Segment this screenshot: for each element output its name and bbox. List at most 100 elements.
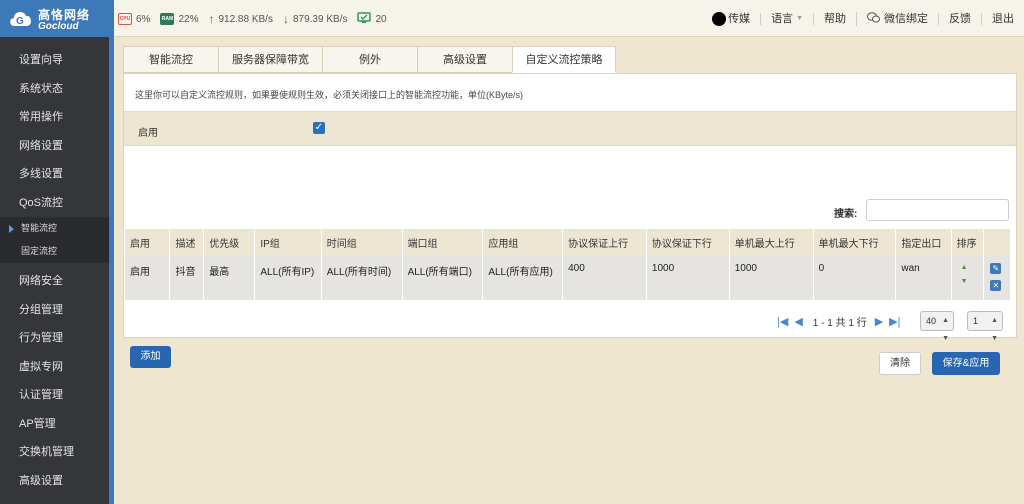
sidebar-subitem-fixed-qos[interactable]: 固定流控 — [0, 240, 114, 263]
cell-sort: ▲ ▼ — [951, 255, 985, 300]
col-header[interactable]: 协议保证上行 — [562, 229, 647, 255]
ram-stat: RAM 22% — [160, 13, 198, 25]
page-size-select[interactable]: 40 ▲ ▼ — [920, 311, 954, 342]
sidebar-item-network[interactable]: 网络设置 — [0, 132, 114, 161]
col-header[interactable]: IP组 — [254, 229, 322, 255]
enable-checkbox[interactable]: ✓ — [313, 122, 325, 134]
help-link[interactable]: 帮助 — [813, 13, 856, 25]
col-header[interactable]: 协议保证下行 — [646, 229, 730, 255]
move-up-icon[interactable]: ▲ — [961, 263, 984, 273]
tab-advanced[interactable]: 高级设置 — [417, 46, 512, 73]
col-header[interactable]: 时间组 — [321, 229, 403, 255]
upload-value: 912.88 KB/s — [218, 13, 273, 25]
page-number-value: 1 — [973, 316, 979, 326]
save-apply-button[interactable]: 保存&应用 — [932, 352, 1000, 375]
col-header[interactable]: 指定出口 — [895, 229, 952, 255]
col-header[interactable]: 应用组 — [482, 229, 564, 255]
col-header — [983, 229, 1011, 255]
select-arrows-icon: ▲ ▼ — [942, 317, 949, 342]
brand-name-en: Gocloud — [38, 21, 79, 32]
custom-policy-panel: 这里你可以自定义流控规则，如果要使规则生效，必须关闭接口上的智能流控功能，单位(… — [123, 73, 1017, 368]
sidebar-item-auth[interactable]: 认证管理 — [0, 381, 114, 410]
cell-max-up: 1000 — [729, 255, 814, 300]
sidebar: 设置向导 系统状态 常用操作 网络设置 多线设置 QoS流控 智能流控 固定流控… — [0, 37, 114, 504]
sidebar-item-system-status[interactable]: 系统状态 — [0, 75, 114, 104]
cloud-logo-icon: G — [10, 12, 32, 27]
col-header[interactable]: 描述 — [169, 229, 205, 255]
page-size-value: 40 — [926, 316, 937, 326]
last-page-icon[interactable]: ▶| — [889, 315, 900, 328]
enable-row: 启用 ✓ — [124, 111, 1016, 146]
sidebar-item-groups[interactable]: 分组管理 — [0, 296, 114, 325]
connections-stat: 20 — [357, 11, 387, 27]
first-page-icon[interactable]: |◀ — [777, 315, 788, 328]
description-text: 这里你可以自定义流控规则，如果要使规则生效，必须关闭接口上的智能流控功能，单位(… — [135, 90, 524, 100]
upload-arrow-icon: ↑ — [208, 12, 215, 26]
sidebar-item-setup-wizard[interactable]: 设置向导 — [0, 46, 114, 75]
sidebar-item-common-ops[interactable]: 常用操作 — [0, 103, 114, 132]
tab-custom-policy[interactable]: 自定义流控策略 — [512, 46, 616, 73]
move-down-icon[interactable]: ▼ — [961, 277, 984, 287]
logout-label: 退出 — [992, 13, 1014, 25]
cell-description: 抖音 — [169, 255, 205, 300]
tab-bar: 智能流控 服务器保障带宽 例外 高级设置 自定义流控策略 — [123, 46, 616, 73]
pagination: |◀ ◀ 1 - 1 共 1 行 ▶ ▶| — [777, 311, 907, 331]
connections-value: 20 — [375, 13, 387, 25]
col-header[interactable]: 优先级 — [203, 229, 256, 255]
col-header[interactable]: 单机最大上行 — [729, 229, 814, 255]
delete-icon[interactable]: ✕ — [990, 280, 1002, 291]
language-menu[interactable]: 语言 ▼ — [760, 13, 813, 25]
enable-label: 启用 — [138, 128, 158, 139]
sidebar-item-multiline[interactable]: 多线设置 — [0, 160, 114, 189]
tab-smart-qos[interactable]: 智能流控 — [123, 46, 218, 73]
top-bar: G 高恪网络 Gocloud CPU 6% RAM 22% ↑ 912.88 K… — [0, 0, 1024, 37]
col-header[interactable]: 单机最大下行 — [813, 229, 897, 255]
select-arrows-icon: ▲ ▼ — [991, 317, 998, 342]
wechat-icon — [867, 12, 880, 26]
table-row[interactable]: 启用 抖音 最高 ALL(所有IP) ALL(所有时间) ALL(所有端口) A… — [125, 255, 1011, 300]
clear-button[interactable]: 清除 — [879, 352, 921, 375]
next-page-icon[interactable]: ▶ — [875, 315, 883, 328]
col-header[interactable]: 启用 — [125, 229, 171, 255]
sidebar-item-ap[interactable]: AP管理 — [0, 410, 114, 439]
page-number-select[interactable]: 1 ▲ ▼ — [967, 311, 1003, 342]
sidebar-item-qos[interactable]: QoS流控 — [0, 189, 114, 218]
svg-text:G: G — [16, 16, 24, 27]
wechat-bind-link[interactable]: 微信绑定 — [856, 12, 938, 26]
tab-server-bandwidth[interactable]: 服务器保障带宽 — [218, 46, 322, 73]
ram-value: 22% — [178, 13, 199, 25]
cell-actions: ✎ ✕ — [983, 255, 1011, 300]
logo[interactable]: G 高恪网络 Gocloud — [0, 0, 114, 37]
cpu-value: 6% — [136, 13, 151, 25]
cell-guaranteed-down: 1000 — [646, 255, 730, 300]
col-header[interactable]: 端口组 — [402, 229, 484, 255]
logout-link[interactable]: 退出 — [981, 13, 1024, 25]
add-button[interactable]: 添加 — [130, 346, 171, 368]
cell-time-group: ALL(所有时间) — [321, 255, 403, 300]
tab-exceptions[interactable]: 例外 — [322, 46, 417, 73]
main-content: 智能流控 服务器保障带宽 例外 高级设置 自定义流控策略 这里你可以自定义流控规… — [114, 37, 1024, 504]
cell-max-down: 0 — [813, 255, 897, 300]
user-menu[interactable]: 传媒 — [702, 12, 760, 26]
top-nav: 传媒 语言 ▼ 帮助 微信绑定 反馈 退出 — [702, 10, 1024, 28]
sidebar-item-advanced[interactable]: 高级设置 — [0, 467, 114, 496]
sidebar-item-vpn[interactable]: 虚拟专网 — [0, 353, 114, 382]
cell-outlet: wan — [895, 255, 952, 300]
qos-submenu: 智能流控 固定流控 — [0, 217, 114, 263]
feedback-label: 反馈 — [949, 13, 971, 25]
cell-priority: 最高 — [203, 255, 256, 300]
edit-icon[interactable]: ✎ — [990, 263, 1002, 274]
sidebar-subitem-smart-qos[interactable]: 智能流控 — [0, 217, 114, 240]
download-arrow-icon: ↓ — [282, 12, 289, 26]
sidebar-item-security[interactable]: 网络安全 — [0, 267, 114, 296]
prev-page-icon[interactable]: ◀ — [794, 315, 802, 328]
language-label: 语言 — [771, 13, 794, 25]
col-header[interactable]: 排序 — [951, 229, 985, 255]
feedback-link[interactable]: 反馈 — [938, 13, 981, 25]
cell-guaranteed-up: 400 — [562, 255, 647, 300]
search-input[interactable] — [866, 199, 1009, 221]
sidebar-item-switch[interactable]: 交换机管理 — [0, 438, 114, 467]
pagination-summary: 1 - 1 共 1 行 — [812, 317, 867, 329]
user-name: 传媒 — [728, 13, 751, 25]
sidebar-item-behavior[interactable]: 行为管理 — [0, 324, 114, 353]
